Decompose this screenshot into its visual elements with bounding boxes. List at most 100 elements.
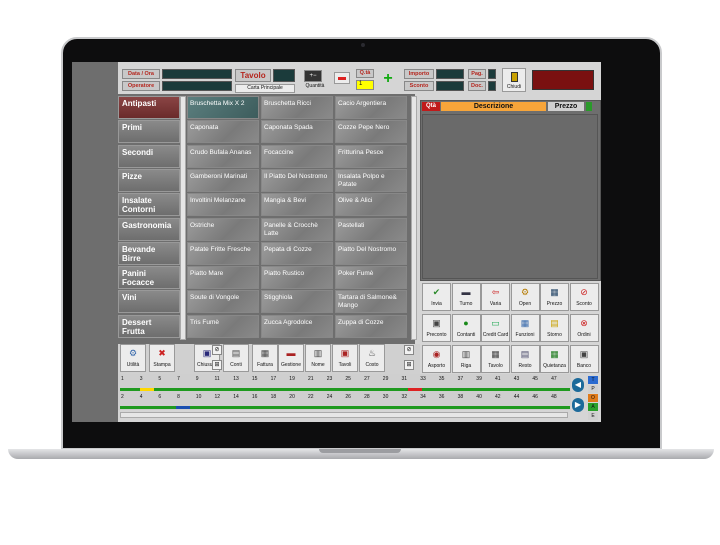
table-number[interactable]: 19	[288, 376, 306, 382]
toolbar-button[interactable]: ▣ Tavoli	[332, 344, 358, 372]
table-number[interactable]: 4	[139, 394, 157, 400]
category-button[interactable]: Gastronomia	[118, 217, 180, 241]
side-filter-button[interactable]: P	[588, 385, 598, 393]
menu-item-button[interactable]: Patate Fritte Fresche	[187, 241, 259, 265]
table-number[interactable]: 22	[307, 394, 325, 400]
table-number[interactable]: 23	[326, 376, 344, 382]
action-button[interactable]: ⊗ Ordini	[569, 314, 599, 342]
table-number[interactable]: 5	[157, 376, 175, 382]
menu-item-button[interactable]: Insalata Polpo e Patate	[335, 168, 407, 192]
menu-item-button[interactable]: Tartara di Salmone& Mango	[335, 290, 407, 314]
menu-item-button[interactable]: Mangia & Bevi	[261, 193, 333, 217]
action-button[interactable]: ⚙ Open	[510, 283, 540, 311]
table-number[interactable]: 11	[214, 376, 232, 382]
menu-item-button[interactable]: Olive & Alici	[335, 193, 407, 217]
table-number[interactable]: 2	[120, 394, 138, 400]
category-button[interactable]: Pizze	[118, 168, 180, 192]
side-filter-button[interactable]: O	[588, 394, 598, 402]
action-button[interactable]: ▤ Storno	[540, 314, 569, 342]
toolbar-button[interactable]: ♨ Costo	[359, 344, 385, 372]
menu-item-button[interactable]: Poker Fumè	[335, 266, 407, 290]
menu-item-button[interactable]: Gamberoni Marinati	[187, 168, 259, 192]
table-number[interactable]: 29	[382, 376, 400, 382]
table-number[interactable]: 25	[344, 376, 362, 382]
table-number[interactable]: 30	[382, 394, 400, 400]
table-number[interactable]: 31	[401, 376, 419, 382]
action-button[interactable]: ▦ Funzioni	[510, 314, 540, 342]
action-button[interactable]: ▦ Prezzo	[540, 283, 569, 311]
menu-item-button[interactable]: Piatto Rustico	[261, 266, 333, 290]
table-number[interactable]: 3	[139, 376, 157, 382]
menu-item-button[interactable]: Caponata	[187, 120, 259, 144]
menu-item-button[interactable]: Soute di Vongole	[187, 290, 259, 314]
category-button[interactable]: Primi	[118, 120, 180, 144]
category-button[interactable]: Antipasti	[118, 96, 180, 119]
action-button[interactable]: ▭ Credit Card	[481, 314, 510, 342]
toolbar-button[interactable]: ▬ Gestione	[278, 344, 304, 372]
table-number[interactable]: 17	[270, 376, 288, 382]
table-number[interactable]: 20	[288, 394, 306, 400]
order-list[interactable]	[422, 114, 598, 279]
category-button[interactable]: Panini Focacce	[118, 266, 180, 290]
menu-item-button[interactable]: Il Piatto Del Nostromo	[261, 168, 333, 192]
menu-item-button[interactable]: Bruschetta Mix X 2	[187, 96, 259, 119]
menu-item-button[interactable]: Piatto Del Nostromo	[335, 241, 407, 265]
table-number[interactable]: 48	[550, 394, 568, 400]
action-button[interactable]: ▣ Banco	[569, 345, 599, 373]
table-number[interactable]: 16	[251, 394, 269, 400]
table-number[interactable]: 45	[531, 376, 549, 382]
table-number[interactable]: 10	[195, 394, 213, 400]
menu-item-button[interactable]: Cozze Pepe Nero	[335, 120, 407, 144]
menu-item-button[interactable]: Piatto Mare	[187, 266, 259, 290]
action-button[interactable]: ▬ Turno	[451, 283, 481, 311]
action-button[interactable]: ● Contanti	[451, 314, 481, 342]
action-button[interactable]: ▦ Tavolo	[481, 345, 510, 373]
table-number[interactable]: 28	[363, 394, 381, 400]
table-number[interactable]: 8	[176, 394, 194, 400]
menu-item-button[interactable]: Crudo Bufala Ananas	[187, 144, 259, 168]
menu-item-button[interactable]: Involtini Melanzane	[187, 193, 259, 217]
small-button-1[interactable]: ⊘	[212, 345, 222, 355]
table-number[interactable]: 42	[494, 394, 512, 400]
menu-item-button[interactable]: Pastellati	[335, 217, 407, 241]
table-number[interactable]: 21	[307, 376, 325, 382]
table-number[interactable]: 35	[438, 376, 456, 382]
menu-item-button[interactable]: Fritturina Pesce	[335, 144, 407, 168]
action-button[interactable]: ◉ Asporto	[422, 345, 451, 373]
action-button[interactable]: ⊘ Sconto	[569, 283, 599, 311]
category-button[interactable]: Insalate Contorni	[118, 193, 180, 217]
menu-item-button[interactable]: Zucca Agrodolce	[261, 314, 333, 338]
menu-item-button[interactable]: Tris Fumè	[187, 314, 259, 338]
table-number[interactable]: 44	[513, 394, 531, 400]
quantita-icon[interactable]: +−	[304, 70, 322, 82]
table-number[interactable]: 6	[157, 394, 175, 400]
table-number[interactable]: 36	[438, 394, 456, 400]
table-number[interactable]: 34	[419, 394, 437, 400]
action-button[interactable]: ▣ Preconto	[422, 314, 451, 342]
category-button[interactable]: Vini	[118, 290, 180, 314]
qta-value[interactable]: 1	[356, 80, 374, 90]
action-button[interactable]: ✔ Invia	[422, 283, 451, 311]
prev-page-icon[interactable]: ◀	[572, 378, 584, 392]
category-button[interactable]: Bevande Birre	[118, 241, 180, 265]
items-scrollbar[interactable]	[411, 96, 417, 340]
menu-item-button[interactable]: Panelle & Crocchè Latte	[261, 217, 333, 241]
menu-item-button[interactable]: Bruschetta Ricci	[261, 96, 333, 119]
category-button[interactable]: Dessert Frutta	[118, 314, 180, 338]
menu-item-button[interactable]: Pepata di Cozze	[261, 241, 333, 265]
menu-item-button[interactable]: Focaccine	[261, 144, 333, 168]
menu-item-button[interactable]: Ostriche	[187, 217, 259, 241]
table-number[interactable]: 27	[363, 376, 381, 382]
table-number[interactable]: 46	[531, 394, 549, 400]
action-button[interactable]: ▥ Riga	[451, 345, 481, 373]
menu-item-button[interactable]: Stigghiola	[261, 290, 333, 314]
toolbar-button[interactable]: ▤ Conti	[223, 344, 249, 372]
table-number[interactable]: 13	[232, 376, 250, 382]
table-number[interactable]: 47	[550, 376, 568, 382]
table-number[interactable]: 38	[457, 394, 475, 400]
minus-button[interactable]	[334, 72, 350, 84]
tavolo-field[interactable]	[273, 69, 295, 82]
table-number[interactable]: 1	[120, 376, 138, 382]
plus-icon[interactable]: +	[380, 71, 396, 87]
menu-item-button[interactable]: Zuppa di Cozze	[335, 314, 407, 338]
